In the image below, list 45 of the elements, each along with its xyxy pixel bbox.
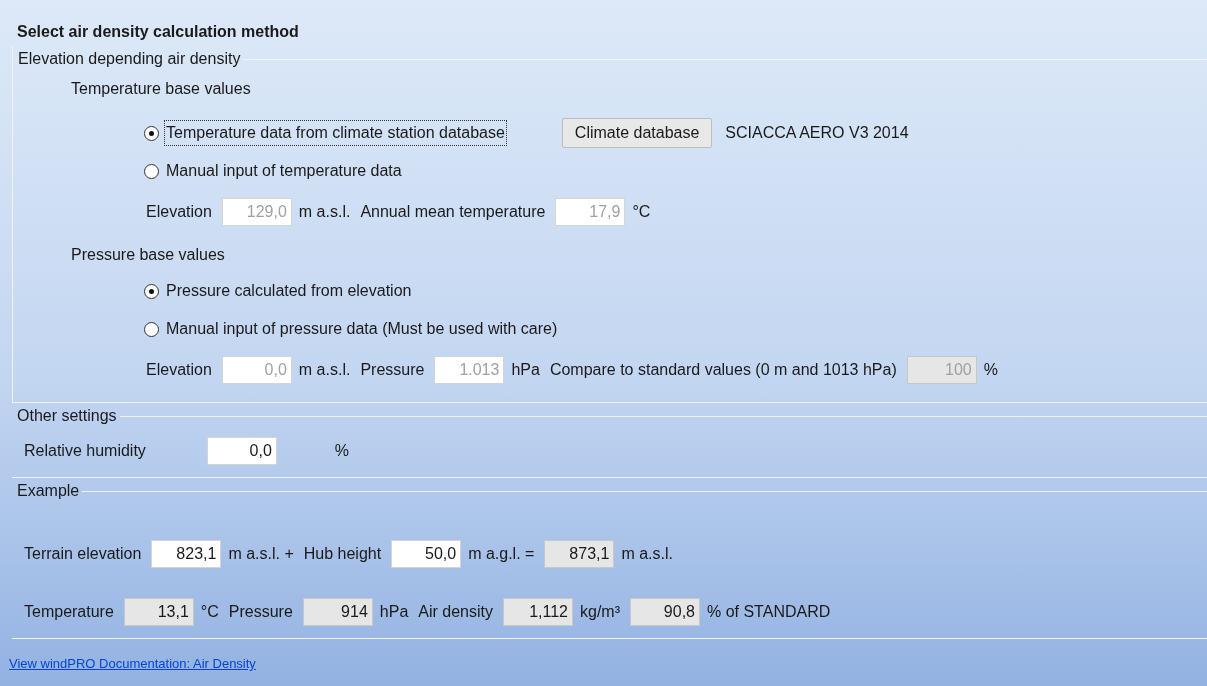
field-label: % [334,441,350,461]
input-field[interactable]: 823,1 [151,540,222,568]
field-label: Temperature [24,602,114,622]
field-label: Pressure [228,602,293,622]
input-field[interactable]: 873,1 [544,540,615,568]
field-label: % of STANDARD [707,602,831,622]
field-label: Terrain elevation [24,544,142,564]
field-label: Elevation [146,360,212,380]
input-field[interactable]: 0,0 [206,437,277,465]
input-field[interactable]: 13,1 [123,598,194,626]
field-label: Air density [418,602,493,622]
field-label: °C [200,602,219,622]
station-name: SCIACCA AERO V3 2014 [725,123,909,143]
input-field[interactable]: 1,112 [503,598,573,626]
field-label: m a.s.l. + [228,544,294,564]
section-heading: Temperature base values [71,79,251,99]
radio-option[interactable]: Manual input of pressure data (Must be used with care) [144,317,559,341]
field-label: m a.g.l. = [468,544,535,564]
field-label: °C [632,202,651,222]
input-field[interactable]: 90,8 [630,598,700,626]
page-title: Select air density calculation method [17,23,299,40]
field-label: hPa [511,360,540,380]
field-label: Hub height [303,544,382,564]
field-label: Relative humidity [24,441,146,461]
field-label: Annual mean temperature [360,202,546,222]
field-label: m a.s.l. [298,360,351,380]
field-label: hPa [379,602,409,622]
field-label: m a.s.l. [621,544,673,564]
field-label: % [983,360,998,380]
input-field[interactable]: 914 [302,598,373,626]
field-label: m a.s.l. [298,202,351,222]
radio-option[interactable]: Pressure calculated from elevation [144,279,413,303]
group-title: Elevation depending air density [17,49,242,69]
climate-database-button[interactable]: Climate database [561,118,713,148]
section-heading: Pressure base values [71,245,225,265]
group-title: Other settings [16,406,118,426]
documentation-link[interactable]: View windPRO Documentation: Air Density [9,656,256,671]
radio-option[interactable]: Temperature data from climate station database [144,121,506,145]
radio-option[interactable]: Manual input of temperature data [144,159,403,183]
field-label: Compare to standard values (0 m and 1013 hPa) [549,360,897,380]
field-label: kg/m³ [580,602,620,622]
input-field[interactable]: 50,0 [391,540,462,568]
group-title: Example [16,481,81,501]
field-label: Pressure [360,360,425,380]
field-label: Elevation [146,202,212,222]
